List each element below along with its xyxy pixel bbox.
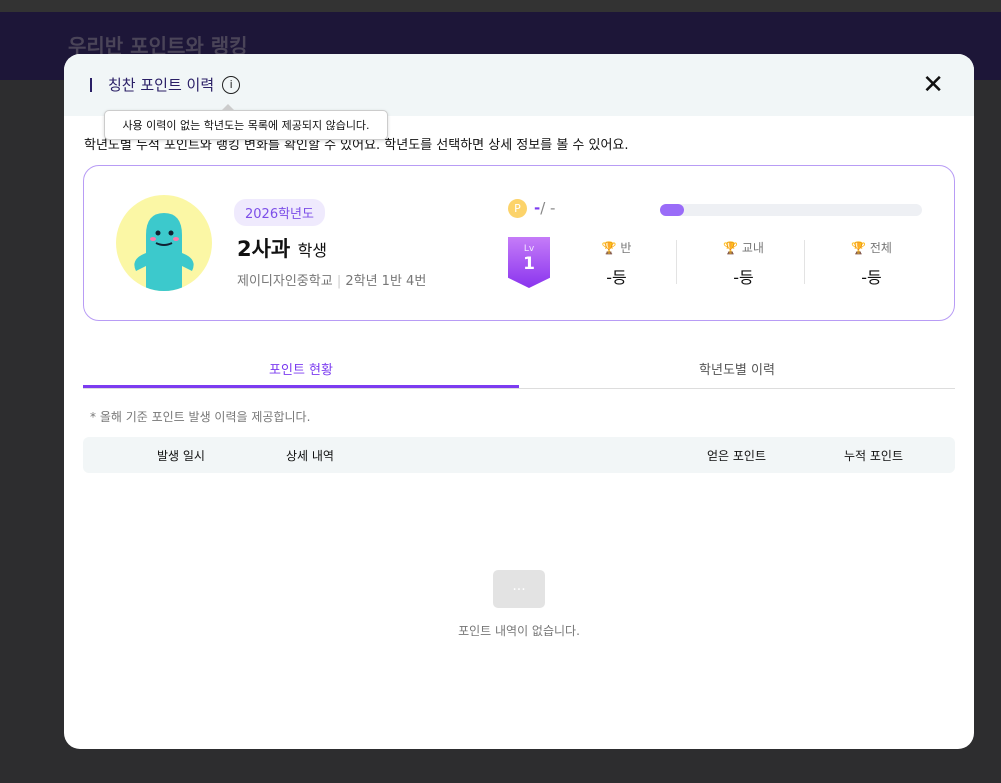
column-detail: 상세 내역 (286, 449, 334, 463)
tab-point-status[interactable]: 포인트 현황 (83, 347, 519, 388)
empty-list-icon: ··· (493, 570, 545, 608)
rank-class: 🏆 반 -등 (553, 239, 680, 288)
school-name: 제이디자인중학교 (237, 274, 333, 289)
top-bar (0, 0, 1001, 12)
trophy-icon: 🏆 (851, 241, 867, 255)
student-role: 학생 (297, 241, 328, 260)
empty-message: 포인트 내역이 없습니다. (458, 624, 580, 638)
modal-header: 칭찬 포인트 이력 i ✕ (64, 54, 974, 116)
column-cumulative: 누적 포인트 (844, 449, 904, 463)
divider (676, 240, 677, 284)
level-progress-fill (660, 204, 684, 216)
tab-bar: 포인트 현황 학년도별 이력 (83, 347, 955, 389)
student-name-text: 2사과 (237, 237, 291, 261)
rank-label: 반 (620, 241, 632, 255)
divider (804, 240, 805, 284)
rank-label: 교내 (741, 241, 764, 255)
empty-state: ··· 포인트 내역이 없습니다. (64, 570, 974, 639)
rank-value: -등 (606, 268, 627, 287)
school-info: 제이디자인중학교 | 2학년 1반 4번 (237, 274, 427, 289)
title-bar-decoration (90, 77, 92, 92)
column-date: 발생 일시 (157, 449, 205, 463)
point-coin-icon: P (508, 199, 527, 218)
level-value: 1 (523, 254, 535, 274)
column-earned: 얻은 포인트 (707, 449, 767, 463)
rank-value: -등 (861, 268, 882, 287)
info-tooltip: 사용 이력이 없는 학년도는 목록에 제공되지 않습니다. (104, 104, 388, 140)
rank-value: -등 (733, 268, 754, 287)
rank-total: 🏆 전체 -등 (808, 239, 935, 288)
modal-title: 칭찬 포인트 이력 i (90, 74, 241, 95)
student-name: 2사과 학생 (237, 233, 327, 263)
point-history-modal: 칭찬 포인트 이력 i ✕ 사용 이력이 없는 학년도는 목록에 제공되지 않습… (64, 54, 974, 749)
class-info: 2학년 1반 4번 (345, 274, 427, 289)
rank-school: 🏆 교내 -등 (680, 239, 807, 288)
info-icon[interactable]: i (222, 75, 241, 94)
level-label: Lv (523, 244, 535, 254)
notice-text: * 올해 기준 포인트 발생 이력을 제공합니다. (90, 410, 311, 424)
trophy-icon: 🏆 (601, 241, 617, 255)
school-year-badge: 2026학년도 (234, 199, 325, 226)
modal-title-text: 칭찬 포인트 이력 (108, 76, 215, 94)
points-total: / - (540, 199, 556, 217)
points-display: -/ - (534, 199, 555, 217)
profile-card: 2026학년도 2사과 학생 제이디자인중학교 | 2학년 1반 4번 P -/… (83, 165, 955, 321)
tab-yearly-history[interactable]: 학년도별 이력 (519, 347, 955, 388)
close-button[interactable]: ✕ (922, 72, 944, 98)
level-progress-bar (660, 204, 922, 216)
avatar (116, 195, 212, 291)
level-badge: Lv 1 (508, 237, 550, 288)
table-header: 발생 일시 상세 내역 얻은 포인트 누적 포인트 (83, 437, 955, 473)
rank-label: 전체 (869, 241, 892, 255)
trophy-icon: 🏆 (723, 241, 739, 255)
